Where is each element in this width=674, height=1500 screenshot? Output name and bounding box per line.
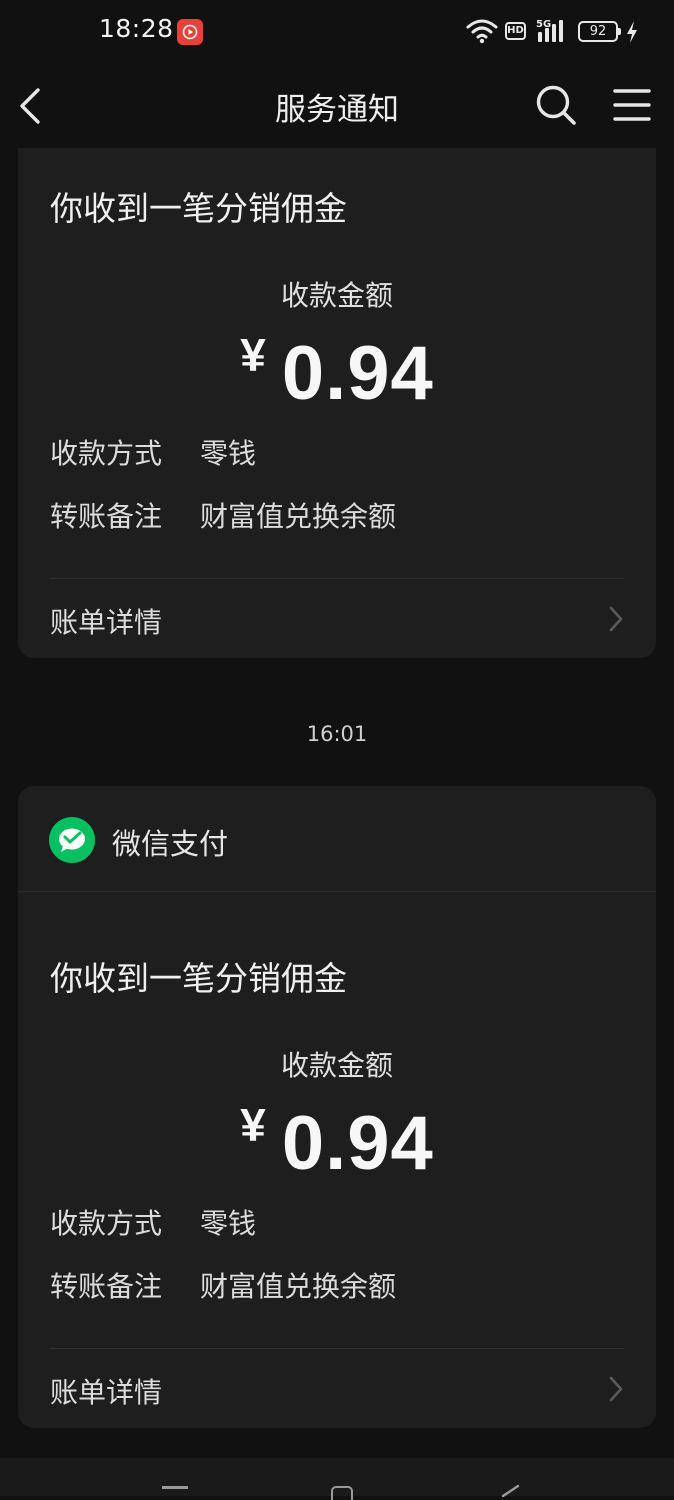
- status-bar: 18:28 HD 5G 92: [0, 0, 674, 64]
- payment-method-row: 收款方式 零钱: [50, 1202, 256, 1242]
- notification-card: 微信支付 你收到一笔分销佣金 收款金额 ¥0.94 收款方式 零钱 转账备注 财富值…: [18, 786, 656, 1428]
- transfer-remark-value: 财富值兑换余额: [200, 1270, 397, 1303]
- recents-button[interactable]: [162, 1486, 188, 1489]
- bill-details-label: 账单详情: [50, 1376, 163, 1409]
- chevron-right-icon: [609, 1376, 623, 1402]
- notice-title: 你收到一笔分销佣金: [50, 189, 347, 228]
- currency-symbol: ¥: [240, 1099, 266, 1151]
- wechat-pay-logo-icon: [49, 817, 95, 863]
- app-notification-icon: [177, 19, 203, 45]
- transfer-remark-label: 转账备注: [50, 500, 163, 533]
- transfer-remark-row: 转账备注 财富值兑换余额: [50, 1265, 396, 1305]
- payment-method-label: 收款方式: [50, 1207, 163, 1240]
- battery-indicator: 92: [578, 21, 621, 42]
- amount-label: 收款金额: [280, 1049, 393, 1082]
- amount-value: 0.94: [281, 1101, 434, 1186]
- card-header[interactable]: 微信支付: [18, 786, 656, 892]
- hd-voice-icon: HD: [505, 22, 526, 40]
- menu-icon: [613, 89, 651, 121]
- card-body: 你收到一笔分销佣金 收款金额 ¥0.94 收款方式 零钱 转账备注 财富值兑换余额 …: [18, 148, 656, 658]
- transfer-remark-label: 转账备注: [50, 1270, 163, 1303]
- payment-method-row: 收款方式 零钱: [50, 432, 256, 472]
- card-body: 你收到一笔分销佣金 收款金额 ¥0.94 收款方式 零钱 转账备注 财富值兑换余额 …: [18, 918, 656, 1428]
- wifi-icon: [466, 18, 498, 48]
- payment-method-label: 收款方式: [50, 437, 163, 470]
- transfer-remark-value: 财富值兑换余额: [200, 500, 397, 533]
- amount-value: 0.94: [281, 331, 434, 416]
- currency-symbol: ¥: [240, 329, 266, 381]
- message-timestamp: 16:01: [306, 722, 368, 746]
- amount-label: 收款金额: [280, 279, 393, 312]
- bill-details-label: 账单详情: [50, 606, 163, 639]
- amount: ¥0.94: [18, 1098, 656, 1187]
- system-navigation-bar: [0, 1458, 674, 1500]
- search-icon: [536, 85, 576, 125]
- payment-method-value: 零钱: [200, 1207, 257, 1240]
- chevron-right-icon: [609, 606, 623, 632]
- bill-details-link[interactable]: 账单详情: [18, 1349, 656, 1428]
- network-type-label: 5G: [536, 19, 551, 30]
- status-time: 18:28: [99, 14, 174, 43]
- home-button[interactable]: [331, 1486, 353, 1500]
- search-button[interactable]: [533, 82, 579, 128]
- amount: ¥0.94: [18, 328, 656, 417]
- bill-details-link[interactable]: 账单详情: [18, 579, 656, 658]
- charging-icon: [625, 20, 639, 48]
- nav-bar: 服务通知: [0, 64, 674, 150]
- signal-icon: 5G: [536, 18, 570, 48]
- payment-method-value: 零钱: [200, 437, 257, 470]
- transfer-remark-row: 转账备注 财富值兑换余额: [50, 495, 396, 535]
- notification-card: 你收到一笔分销佣金 收款金额 ¥0.94 收款方式 零钱 转账备注 财富值兑换余额 …: [18, 148, 656, 658]
- service-name: 微信支付: [112, 827, 229, 861]
- notice-title: 你收到一笔分销佣金: [50, 959, 347, 998]
- menu-button[interactable]: [612, 86, 652, 124]
